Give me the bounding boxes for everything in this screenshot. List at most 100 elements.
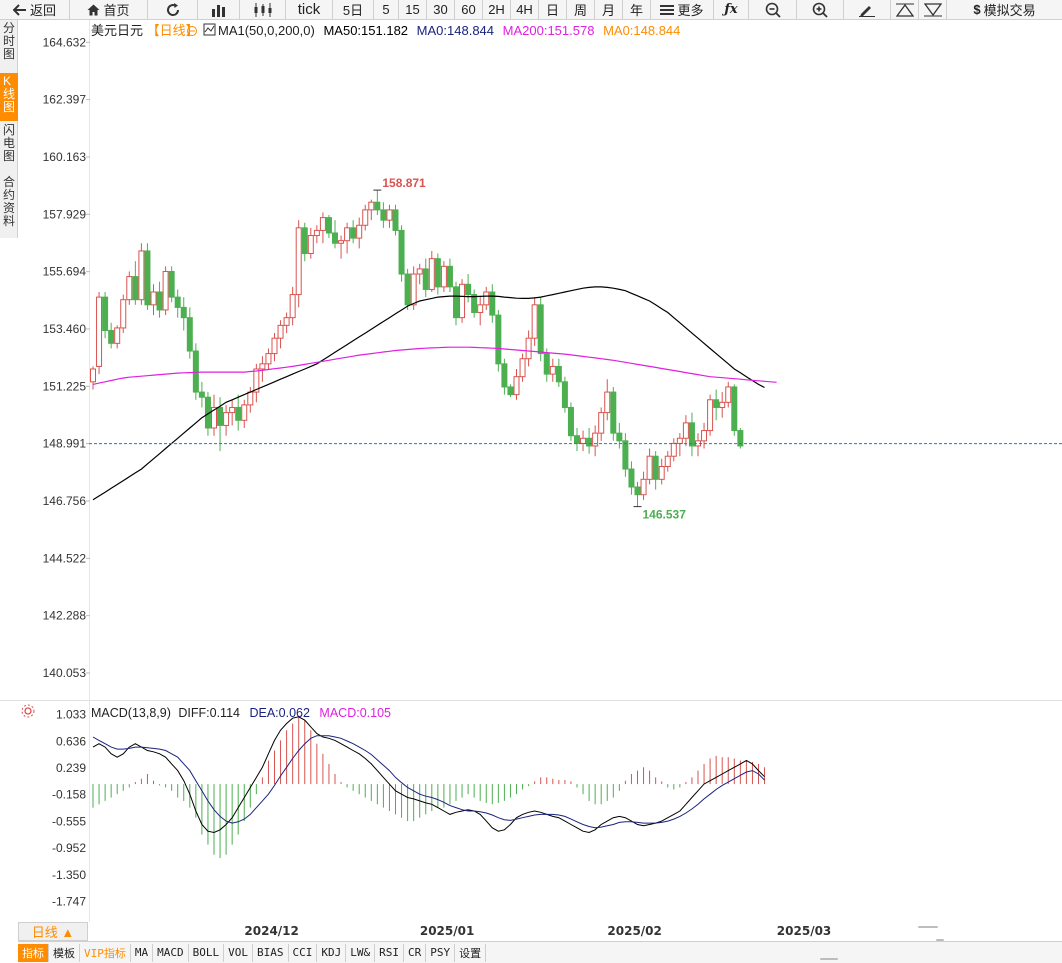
period-button-2h[interactable]: 2H [483, 0, 511, 19]
indicator-bar: 指标 模板 VIP指标 MA MACD BOLL VOL BIAS CCI KDJ LW& RSI CR… [18, 941, 1062, 963]
indicator-tab[interactable]: 设置 [455, 943, 487, 962]
period-button-5[interactable]: 5 [374, 0, 399, 19]
top-toolbar: 返回 首页 tick 5日 5 15 30 60 2H 4H 日 周 月 年 更… [0, 0, 1062, 20]
indicator-tab[interactable]: MACD [153, 943, 189, 962]
indicator-tab[interactable]: VOL [224, 943, 253, 962]
candle-body [658, 465, 665, 480]
price-chart[interactable]: 164.632 162.397 160.163 157.929 155.694 153.4… [0, 20, 1062, 700]
indicator-tab-label: 指标 [22, 946, 44, 960]
macd-y-tick-label: -1.747 [52, 895, 86, 909]
period-button-30[interactable]: 30 [427, 0, 455, 19]
candle-body [489, 291, 496, 316]
candle-body [138, 250, 145, 301]
refresh-button[interactable] [148, 0, 198, 19]
indicator-tab-label: KDJ [321, 946, 342, 959]
indicator-tab-label: VOL [228, 946, 248, 959]
candle-body [725, 386, 732, 403]
legend-ma-toggle[interactable] [203, 23, 216, 36]
macd-dea-line [92, 735, 765, 829]
candle-body [392, 209, 399, 231]
y-tick-label: 151.225 [43, 379, 87, 393]
indicator-tab[interactable]: KDJ [317, 943, 347, 962]
triangle-down-icon [923, 2, 942, 16]
candlestick-button[interactable] [240, 0, 286, 19]
period-button-month[interactable]: 月 [595, 0, 623, 19]
indicator-tab[interactable]: BOLL [189, 943, 225, 962]
period-button-day[interactable]: 日 [539, 0, 567, 19]
candle-body [604, 391, 611, 414]
indicator-tab[interactable]: CCI [289, 943, 318, 962]
legend-ma50: MA50:151.182 [323, 23, 408, 38]
period-button-year[interactable]: 年 [623, 0, 651, 19]
period-button-5d[interactable]: 5日 [333, 0, 374, 19]
macd-macd-value: MACD:0.105 [319, 706, 391, 720]
period-selector[interactable]: 日线 ▲ [18, 922, 88, 941]
candle-body [301, 227, 308, 255]
more-label: 更多 [677, 3, 704, 18]
candle-body [120, 299, 127, 329]
macd-diff-line [92, 716, 765, 834]
candle-body [289, 294, 296, 319]
macd-chart[interactable]: 1.033 0.636 0.239 -0.158 -0.555 -0.952 -1.350 -… [0, 700, 1062, 922]
indicator-tab[interactable]: PSY [426, 943, 456, 962]
formula-button[interactable]: ƒx [714, 0, 749, 19]
candle-body [168, 270, 175, 298]
indicator-tab[interactable]: 模板 [49, 943, 80, 962]
candle-body [440, 265, 447, 288]
period-button-4h[interactable]: 4H [511, 0, 539, 19]
candle-body [114, 327, 121, 344]
candle-body [283, 317, 290, 326]
period-button-week[interactable]: 周 [567, 0, 595, 19]
indicator-tab[interactable]: RSI [375, 943, 404, 962]
period-button-60[interactable]: 60 [455, 0, 483, 19]
period-label: 30 [433, 2, 448, 17]
indicator-tab[interactable]: CR [404, 943, 427, 962]
candle-body [513, 376, 520, 396]
date-axis-row: 日线 ▲ 2024/12 2025/01 2025/02 2025/03 [18, 922, 1062, 941]
candle-body [398, 229, 405, 275]
bottom-scroll-handle[interactable] [820, 958, 838, 960]
low-label: 146.537 [643, 508, 687, 522]
candle-body [701, 430, 708, 442]
zoom-out-icon [765, 2, 781, 18]
candle-body [519, 358, 526, 378]
indicator-tab[interactable]: MA [131, 943, 154, 962]
indicator-tab[interactable]: 指标 [18, 943, 49, 962]
indicator-tab[interactable]: LW& [346, 943, 376, 962]
bar-chart-button[interactable] [198, 0, 240, 19]
candle-body [156, 291, 163, 311]
indicator-tab-label: CR [408, 946, 422, 959]
candle-body [198, 391, 205, 398]
candle-body [410, 273, 417, 306]
back-button[interactable]: 返回 [0, 0, 70, 19]
tick-button[interactable]: tick [286, 0, 333, 19]
candle-body [332, 232, 338, 244]
macd-settings-icon[interactable] [21, 704, 35, 718]
macd-lines [92, 716, 765, 834]
x-tick-label: 2025/02 [607, 924, 662, 938]
candle-body [549, 365, 556, 375]
candle-body [356, 224, 363, 239]
more-button[interactable]: 更多 [651, 0, 714, 19]
indicator-tab[interactable]: VIP指标 [80, 943, 131, 962]
draw-button[interactable] [844, 0, 891, 19]
candle-body [132, 276, 139, 301]
macd-histogram [92, 716, 766, 859]
period-label: 5 [382, 2, 390, 17]
indicator-tab[interactable]: BIAS [253, 943, 289, 962]
sim-trade-button[interactable]: $ 模拟交易 [947, 0, 1062, 19]
triangle-up-button[interactable] [891, 0, 919, 19]
candle-body [295, 227, 302, 296]
period-button-15[interactable]: 15 [399, 0, 427, 19]
period-label: 周 [573, 3, 587, 18]
triangle-down-button[interactable] [919, 0, 947, 19]
zoom-in-button[interactable] [797, 0, 844, 19]
indicator-tab-label: BOLL [192, 946, 220, 959]
home-button[interactable]: 首页 [70, 0, 148, 19]
candle-body [465, 283, 472, 296]
scroll-handle[interactable] [918, 926, 938, 928]
zoom-out-button[interactable] [749, 0, 797, 19]
indicator-tab-label: RSI [379, 946, 399, 959]
candle-body [192, 350, 199, 393]
indicator-tab-label: LW& [350, 946, 371, 959]
